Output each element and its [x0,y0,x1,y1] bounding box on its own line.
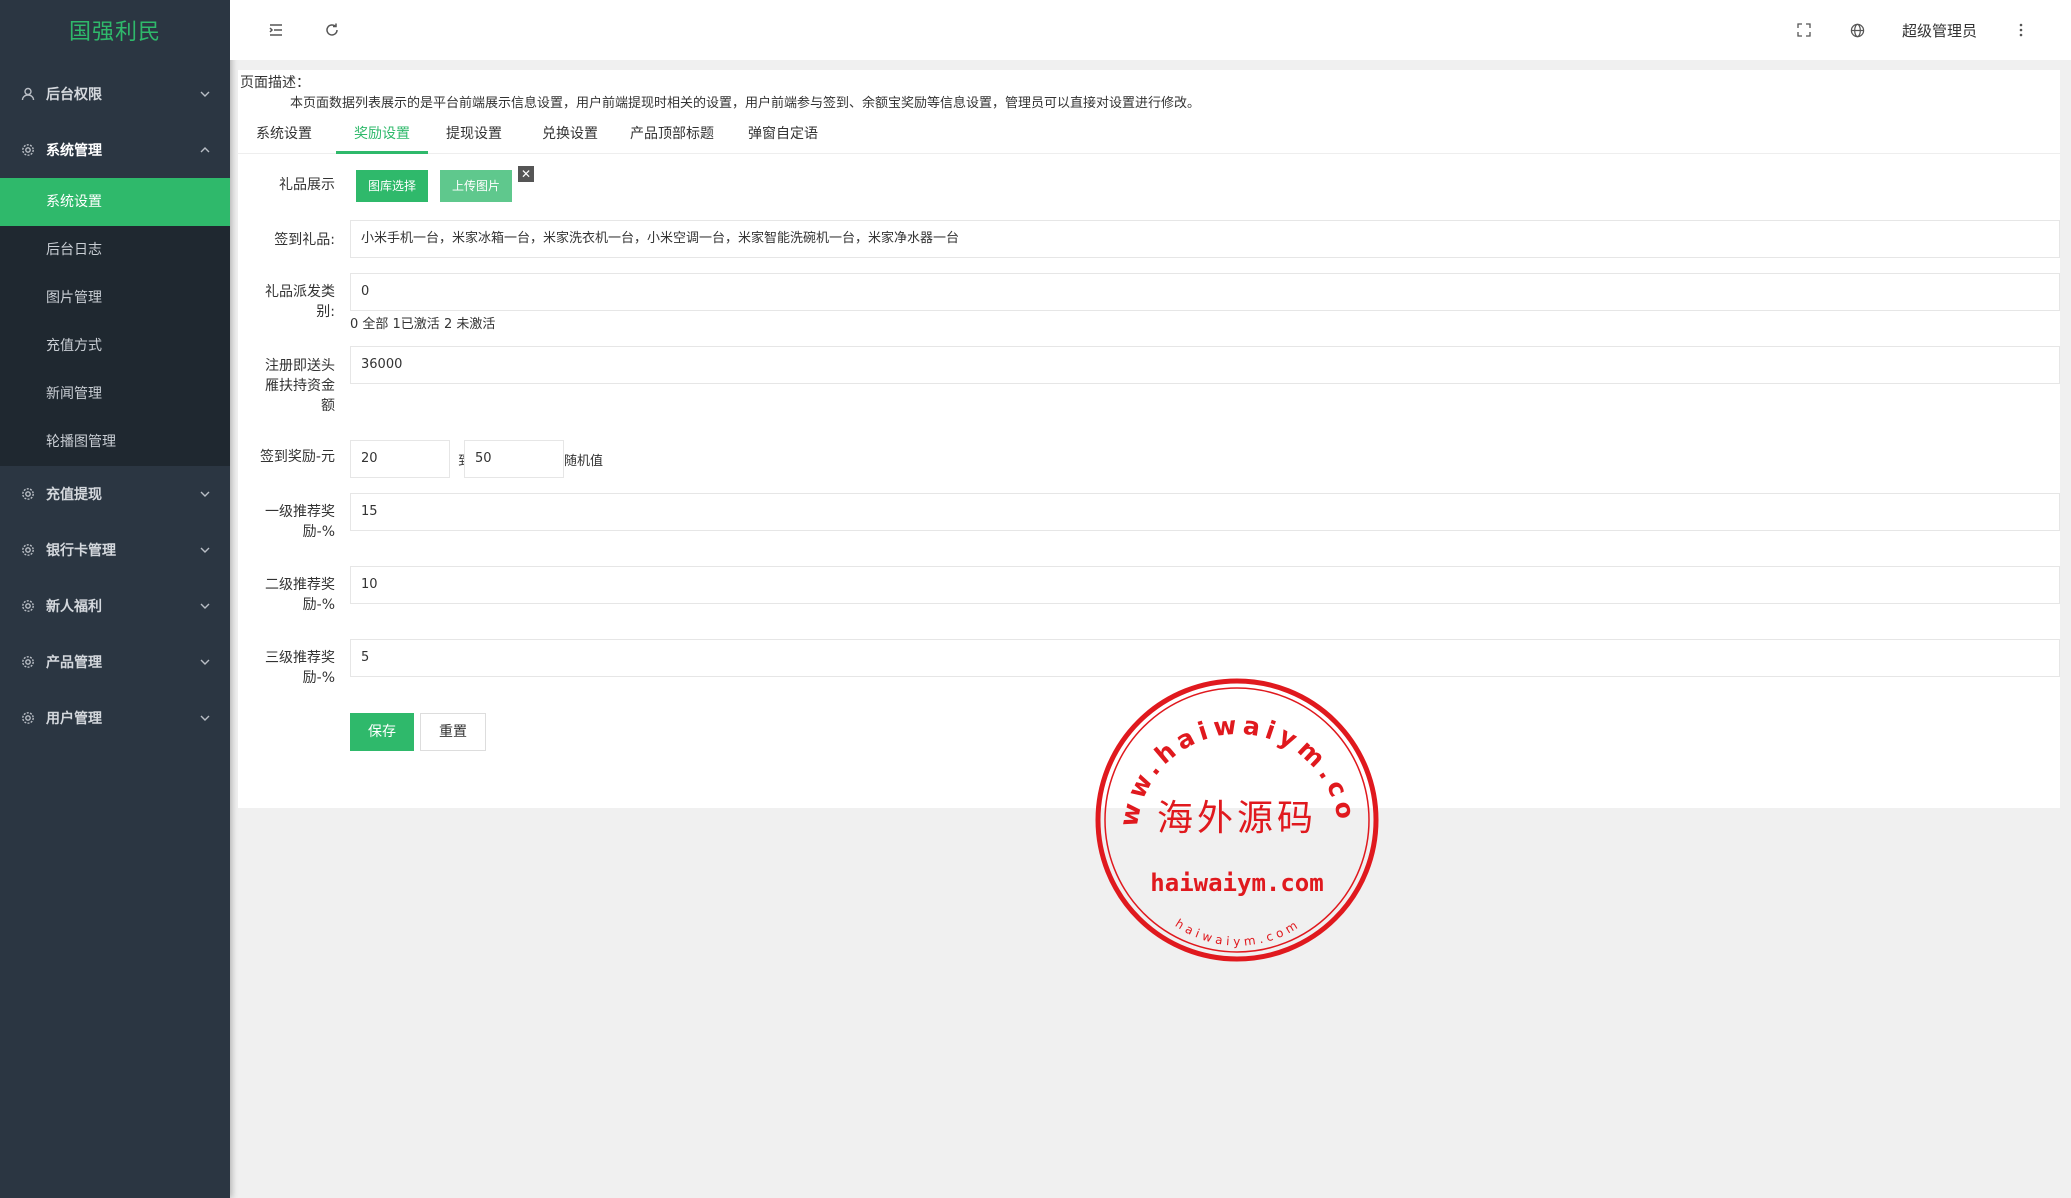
page-description-text: 本页面数据列表展示的是平台前端展示信息设置，用户前端提现时相关的设置，用户前端参… [290,96,1201,111]
upload-image-button[interactable]: 上传图片 [440,170,513,202]
fullscreen-icon[interactable] [1794,20,1814,40]
globe-icon[interactable] [1848,20,1868,40]
sign-gift-input[interactable]: 小米手机一台，米家冰箱一台，米家洗衣机一台，小米空调一台，米家智能洗碗机一台，米… [350,220,2060,258]
sidebar-group-label: 充值提现 [46,487,102,503]
chevron-down-icon [200,603,210,609]
level1-reward-input[interactable]: 15 [350,493,2060,531]
chevron-down-icon [200,659,210,665]
close-icon[interactable]: ✕ [518,166,534,182]
tab-withdraw-settings[interactable]: 提现设置 [428,114,520,154]
sidebar: 国强利民 后台权限 系统管理 系统设置 后台日志 图片管理 充值方式 新闻管理 … [0,0,230,1198]
stamp-domain-text: haiwaiym.com [1150,869,1323,897]
sidebar-group-newcomer-benefits[interactable]: 新人福利 [0,578,230,634]
sign-reward-label: 签到奖励-元 [259,449,335,465]
reset-button[interactable]: 重置 [420,713,486,751]
gear-icon [20,542,36,558]
top-header: 超级管理员 [230,0,2071,60]
chevron-down-icon [200,715,210,721]
sidebar-group-system-management[interactable]: 系统管理 [0,122,230,178]
sign-reward-max-input[interactable]: 50 [464,440,564,478]
sign-gift-label: 签到礼品: [274,232,335,248]
chevron-up-icon [200,147,210,153]
app-logo: 国强利民 [68,20,161,45]
settings-tabs: 系统设置 奖励设置 提现设置 兑换设置 产品顶部标题 弹窗自定语 [238,114,2060,154]
tab-exchange-settings[interactable]: 兑换设置 [524,114,616,154]
menu-fold-icon[interactable] [266,20,286,40]
sidebar-item-system-settings[interactable]: 系统设置 [0,178,230,226]
sidebar-group-product-management[interactable]: 产品管理 [0,634,230,690]
form-labels: 礼品展示 签到礼品: 礼品派发类别: 注册即送头雁扶持资金额 签到奖励-元 一级… [238,70,335,808]
chevron-down-icon [200,547,210,553]
chevron-down-icon [200,491,210,497]
register-bonus-input[interactable]: 36000 [350,346,2060,384]
gift-type-input[interactable]: 0 [350,273,2060,311]
sidebar-submenu-system: 系统设置 后台日志 图片管理 充值方式 新闻管理 轮播图管理 [0,178,230,466]
gear-icon [20,654,36,670]
level2-reward-label: 二级推荐奖励-% [265,577,335,613]
level2-reward-input[interactable]: 10 [350,566,2060,604]
watermark-stamp: www.haiwaiym.com 海外源码 haiwaiym.com haiwa… [1095,675,1379,962]
gear-icon [20,710,36,726]
gear-icon [20,486,36,502]
tab-popup-custom-text[interactable]: 弹窗自定语 [730,114,836,154]
sidebar-group-label: 产品管理 [46,655,102,671]
gear-icon [20,598,36,614]
sidebar-item-carousel-management[interactable]: 轮播图管理 [0,418,230,466]
sidebar-group-admin-permissions[interactable]: 后台权限 [0,66,230,122]
gift-type-hint: 0 全部 1已激活 2 未激活 [350,317,496,332]
sidebar-group-bank-card[interactable]: 银行卡管理 [0,522,230,578]
save-button[interactable]: 保存 [350,713,414,751]
sidebar-item-news-management[interactable]: 新闻管理 [0,370,230,418]
sidebar-group-label: 银行卡管理 [46,543,116,559]
sign-reward-min-input[interactable]: 20 [350,440,450,478]
level1-reward-label: 一级推荐奖励-% [265,504,335,540]
chevron-down-icon [200,91,210,97]
level3-reward-label: 三级推荐奖励-% [265,650,335,686]
sign-reward-suffix: 随机值 [564,454,604,469]
admin-user-menu[interactable]: 超级管理员 [1902,20,1977,41]
user-icon [20,86,36,102]
sidebar-item-recharge-method[interactable]: 充值方式 [0,322,230,370]
gift-display-label: 礼品展示 [279,177,335,193]
tab-reward-settings[interactable]: 奖励设置 [336,114,428,154]
gear-icon [20,142,36,158]
sidebar-group-recharge-withdraw[interactable]: 充值提现 [0,466,230,522]
level3-reward-input[interactable]: 5 [350,639,2060,677]
sidebar-item-admin-log[interactable]: 后台日志 [0,226,230,274]
sidebar-group-label: 新人福利 [46,599,102,615]
register-bonus-label: 注册即送头雁扶持资金额 [265,358,335,414]
gallery-select-button[interactable]: 图库选择 [356,170,429,202]
sidebar-group-user-management[interactable]: 用户管理 [0,690,230,746]
tab-product-top-title[interactable]: 产品顶部标题 [612,114,732,154]
sidebar-group-label: 用户管理 [46,711,102,727]
sidebar-group-label: 系统管理 [46,143,102,159]
more-vertical-icon[interactable] [2011,20,2031,40]
stamp-center-text: 海外源码 [1157,798,1317,839]
refresh-icon[interactable] [322,20,342,40]
gift-type-label: 礼品派发类别: [265,284,335,320]
sidebar-group-label: 后台权限 [46,87,102,103]
sidebar-item-image-management[interactable]: 图片管理 [0,274,230,322]
